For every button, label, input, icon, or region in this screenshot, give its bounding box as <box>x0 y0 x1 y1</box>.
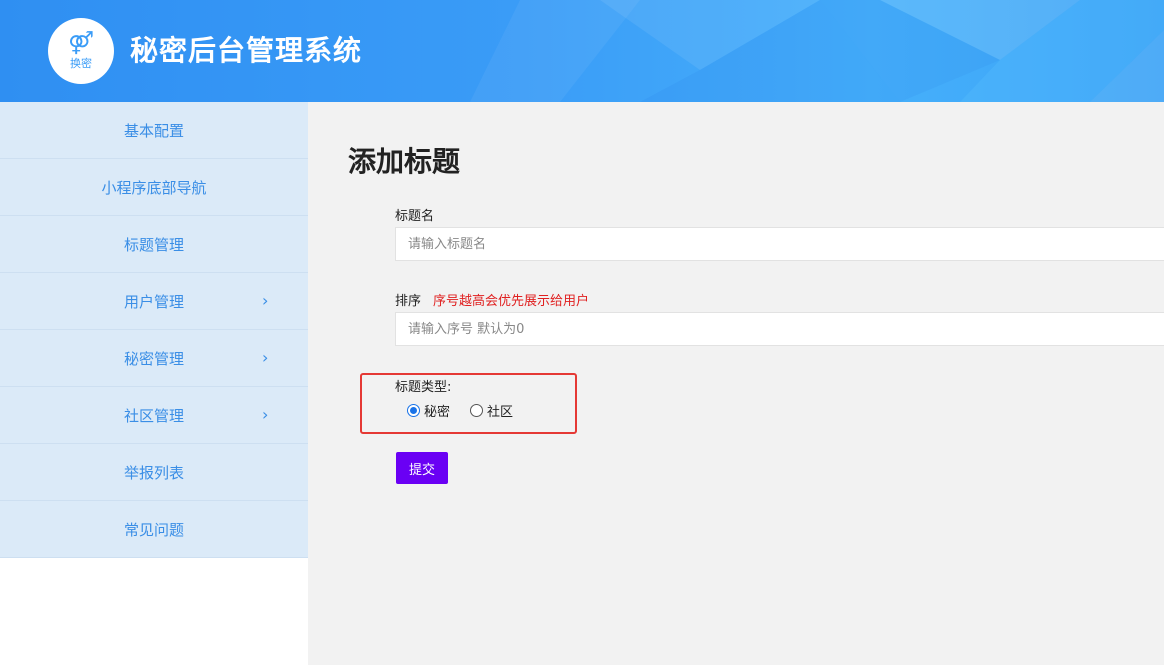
main-content: 添加标题 标题名 排序序号越高会优先展示给用户 标题类型: 秘密 社区 提交 <box>308 102 1164 665</box>
sidebar-item-secret-management[interactable]: 秘密管理 › <box>0 330 308 387</box>
app-header: ⚤ 换密 秘密后台管理系统 <box>0 0 1164 102</box>
radio-secret-label[interactable]: 秘密 <box>424 401 450 420</box>
sidebar-item-mini-program-nav[interactable]: 小程序底部导航 <box>0 159 308 216</box>
app-logo[interactable]: ⚤ 换密 <box>48 18 114 84</box>
title-type-label: 标题类型: <box>395 380 452 395</box>
chevron-right-icon: › <box>262 405 269 424</box>
sidebar-item-faq[interactable]: 常见问题 <box>0 501 308 558</box>
sidebar-item-community-management[interactable]: 社区管理 › <box>0 387 308 444</box>
sidebar-item-user-management[interactable]: 用户管理 › <box>0 273 308 330</box>
sidebar-item-label: 常见问题 <box>123 520 184 539</box>
sidebar-item-label: 社区管理 <box>123 406 184 425</box>
chevron-right-icon: › <box>262 348 269 367</box>
page-title: 添加标题 <box>348 145 461 178</box>
radio-community[interactable] <box>470 404 484 417</box>
radio-community-label[interactable]: 社区 <box>487 401 513 420</box>
radio-secret[interactable] <box>407 404 420 417</box>
sidebar: 基本配置 小程序底部导航 标题管理 用户管理 › 秘密管理 › 社区管理 › 举… <box>0 102 308 665</box>
logo-text: 换密 <box>70 56 92 70</box>
sidebar-item-label: 小程序底部导航 <box>101 178 207 197</box>
sidebar-item-label: 用户管理 <box>123 292 184 311</box>
sidebar-item-title-management[interactable]: 标题管理 <box>0 216 308 273</box>
app-title: 秘密后台管理系统 <box>130 34 363 67</box>
sidebar-item-label: 基本配置 <box>123 121 184 140</box>
chevron-right-icon: › <box>262 291 269 310</box>
title-name-input[interactable] <box>395 227 1164 261</box>
sort-label-row: 排序 序号越高会优先展示给用户 <box>395 294 589 310</box>
sort-input[interactable] <box>395 312 1164 346</box>
submit-button[interactable]: 提交 <box>396 452 448 484</box>
title-type-radio-group: 秘密 社区 <box>407 401 533 420</box>
gender-icon: ⚤ <box>68 30 94 56</box>
sidebar-item-basic-config[interactable]: 基本配置 <box>0 102 308 159</box>
title-name-label: 标题名 <box>395 209 435 224</box>
sidebar-item-label: 标题管理 <box>123 235 184 254</box>
sort-label: 排序 <box>395 294 422 309</box>
sidebar-item-label: 举报列表 <box>123 463 184 482</box>
sidebar-item-report-list[interactable]: 举报列表 <box>0 444 308 501</box>
sort-hint: 序号越高会优先展示给用户 <box>433 294 590 309</box>
sidebar-item-label: 秘密管理 <box>123 349 184 368</box>
